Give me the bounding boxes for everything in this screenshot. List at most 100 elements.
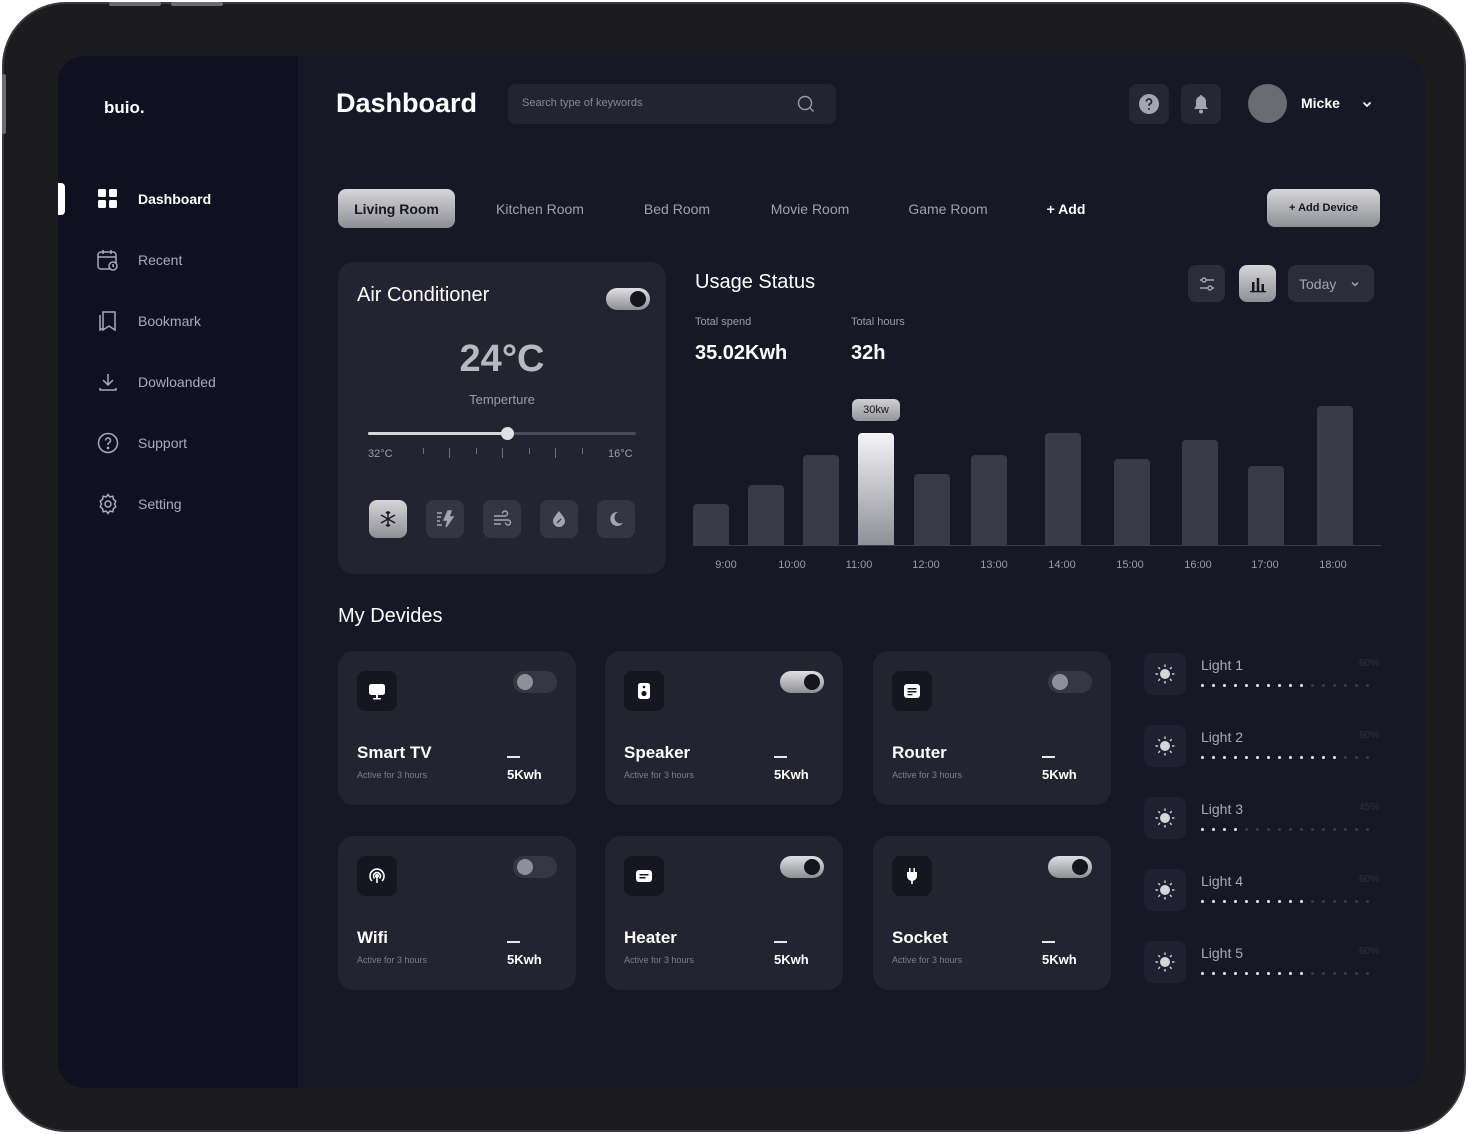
sun-icon — [1155, 808, 1175, 828]
light-brightness-slider[interactable] — [1201, 900, 1381, 906]
brightness-dot — [1355, 828, 1358, 831]
brightness-dot — [1333, 828, 1336, 831]
tab-game-room[interactable]: Game Room — [898, 189, 998, 228]
mode-dry-button[interactable] — [540, 500, 578, 538]
mode-energy-button[interactable] — [426, 500, 464, 538]
light-row-5[interactable]: Light 5 60% — [1144, 941, 1379, 991]
device-power-toggle[interactable] — [1048, 856, 1092, 878]
chart-bar[interactable] — [1045, 432, 1081, 545]
add-device-button[interactable]: + Add Device — [1267, 189, 1380, 227]
ac-title: Air Conditioner — [357, 284, 490, 306]
sidebar-item-support[interactable]: Support — [58, 423, 298, 463]
device-card-router[interactable]: Router Active for 3 hours 5Kwh — [873, 651, 1111, 805]
device-power-usage: 5Kwh — [507, 952, 542, 967]
sidebar-item-downloaded[interactable]: Dowloanded — [58, 362, 298, 402]
chart-bar[interactable] — [1182, 440, 1218, 545]
device-power-toggle[interactable] — [780, 856, 824, 878]
brightness-dot — [1267, 756, 1270, 759]
device-status: Active for 3 hours — [624, 955, 695, 965]
brightness-dot — [1289, 684, 1292, 687]
light-brightness-slider[interactable] — [1201, 828, 1381, 834]
sidebar-item-bookmark[interactable]: Bookmark — [58, 301, 298, 341]
device-icon — [357, 671, 397, 711]
slider-thumb[interactable] — [501, 427, 515, 440]
brightness-dot — [1212, 684, 1215, 687]
user-name[interactable]: Micke — [1301, 95, 1340, 111]
tab-living-room[interactable]: Living Room — [338, 189, 455, 228]
sun-icon — [1155, 952, 1175, 972]
bookmark-icon — [99, 311, 116, 332]
device-divider — [1042, 941, 1055, 943]
device-power-toggle[interactable] — [513, 671, 557, 693]
device-card-wifi[interactable]: Wifi Active for 3 hours 5Kwh — [338, 836, 576, 990]
chevron-down-icon[interactable] — [1360, 97, 1374, 111]
device-power-usage: 5Kwh — [774, 952, 809, 967]
light-brightness-slider[interactable] — [1201, 684, 1381, 690]
brightness-dot — [1344, 828, 1347, 831]
help-button[interactable] — [1129, 84, 1169, 124]
period-select[interactable]: Today — [1288, 265, 1374, 302]
chart-view-button[interactable] — [1239, 265, 1276, 302]
brightness-dot — [1223, 900, 1226, 903]
temperature-slider[interactable] — [368, 427, 636, 440]
brightness-dot — [1355, 900, 1358, 903]
light-row-3[interactable]: Light 3 45% — [1144, 797, 1379, 847]
energy-bolt-icon — [437, 510, 455, 528]
chart-bar[interactable] — [858, 432, 894, 545]
mode-sleep-button[interactable] — [597, 500, 635, 538]
avatar[interactable] — [1248, 84, 1287, 123]
router-icon — [904, 684, 920, 698]
ac-power-toggle[interactable] — [606, 288, 650, 310]
brightness-dot — [1234, 828, 1237, 831]
device-card-smart-tv[interactable]: Smart TV Active for 3 hours 5Kwh — [338, 651, 576, 805]
notifications-button[interactable] — [1181, 84, 1221, 124]
add-room-button[interactable]: + Add — [1038, 189, 1094, 228]
light-brightness-slider[interactable] — [1201, 972, 1381, 978]
device-power-toggle[interactable] — [1048, 671, 1092, 693]
scale-max-label: 16°C — [608, 448, 633, 460]
page-title: Dashboard — [336, 88, 478, 118]
sidebar-item-recent[interactable]: Recent — [58, 240, 298, 280]
device-card-heater[interactable]: Heater Active for 3 hours 5Kwh — [605, 836, 843, 990]
chart-bar[interactable] — [1114, 458, 1150, 545]
toggle-knob — [1072, 859, 1088, 875]
brightness-dot — [1245, 972, 1248, 975]
chart-bar[interactable] — [748, 485, 784, 545]
sidebar-item-setting[interactable]: Setting — [58, 484, 298, 524]
device-power-usage: 5Kwh — [507, 767, 542, 782]
device-card-socket[interactable]: Socket Active for 3 hours 5Kwh — [873, 836, 1111, 990]
light-name: Light 2 — [1201, 729, 1244, 745]
chart-bar[interactable] — [803, 455, 839, 545]
device-power-toggle[interactable] — [780, 671, 824, 693]
device-power-toggle[interactable] — [513, 856, 557, 878]
chart-bar[interactable] — [1248, 466, 1284, 545]
chart-bar[interactable] — [914, 473, 950, 545]
light-row-2[interactable]: Light 2 80% — [1144, 725, 1379, 775]
brightness-dot — [1212, 828, 1215, 831]
light-brightness-slider[interactable] — [1201, 756, 1381, 762]
toggle-knob — [630, 291, 646, 307]
chart-x-tick-label: 11:00 — [845, 559, 873, 571]
sidebar-item-label: Recent — [138, 252, 183, 268]
mode-fan-button[interactable] — [483, 500, 521, 538]
device-power-usage: 5Kwh — [1042, 767, 1077, 782]
chart-bar[interactable] — [1317, 406, 1353, 545]
search-input[interactable]: Search type of keywords — [508, 84, 836, 124]
tab-kitchen-room[interactable]: Kitchen Room — [484, 189, 596, 228]
search-icon[interactable] — [796, 94, 816, 114]
mode-cool-button[interactable] — [369, 500, 407, 538]
chart-bar[interactable] — [693, 503, 729, 545]
sidebar-item-dashboard[interactable]: Dashboard — [58, 179, 298, 219]
filter-button[interactable] — [1188, 265, 1225, 302]
wind-icon — [494, 510, 512, 526]
device-card-speaker[interactable]: Speaker Active for 3 hours 5Kwh — [605, 651, 843, 805]
light-percent: 60% — [1358, 874, 1379, 885]
tab-movie-room[interactable]: Movie Room — [760, 189, 860, 228]
tab-bed-room[interactable]: Bed Room — [632, 189, 722, 228]
brightness-dot — [1201, 900, 1204, 903]
light-row-4[interactable]: Light 4 60% — [1144, 869, 1379, 919]
logo[interactable]: buio. — [104, 98, 145, 118]
brightness-dot — [1366, 900, 1369, 903]
chart-bar[interactable] — [971, 455, 1007, 545]
light-row-1[interactable]: Light 1 60% — [1144, 653, 1379, 703]
